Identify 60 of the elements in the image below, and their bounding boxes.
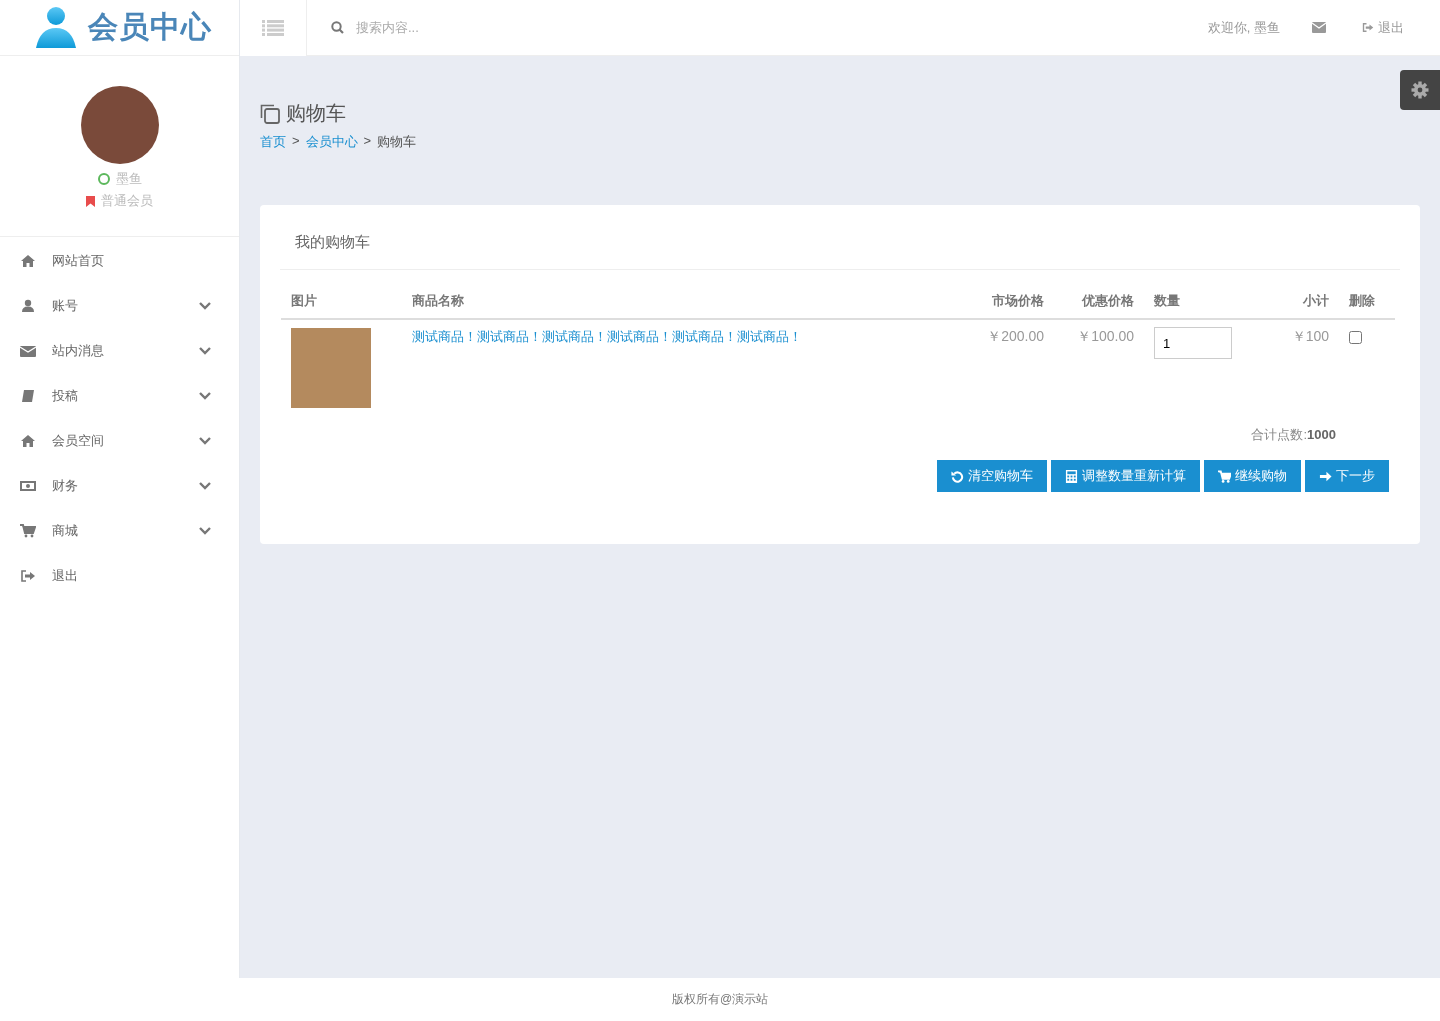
table-cell: ￥200.00 xyxy=(964,319,1054,416)
breadcrumb-separator: > xyxy=(363,133,372,150)
sign-out-icon xyxy=(1362,22,1374,33)
column-header: 优惠价格 xyxy=(1054,288,1144,319)
cart-icon xyxy=(20,523,36,538)
user-name: 墨鱼 xyxy=(115,170,142,188)
breadcrumb-current: 购物车 xyxy=(377,133,417,151)
undo-icon xyxy=(951,469,964,483)
breadcrumb-link[interactable]: 首页 xyxy=(260,133,286,151)
welcome-text: 欢迎你, 墨鱼 xyxy=(1207,18,1280,37)
column-header: 数量 xyxy=(1144,288,1264,319)
sign-out-icon xyxy=(20,568,36,583)
sidebar-item[interactable]: 商城 xyxy=(0,508,239,553)
column-header: 删除 xyxy=(1339,288,1395,319)
clear-cart-button[interactable]: 清空购物车 xyxy=(937,460,1047,492)
column-header: 商品名称 xyxy=(402,288,964,319)
column-header: 市场价格 xyxy=(964,288,1054,319)
settings-icon xyxy=(1411,81,1429,99)
search-icon xyxy=(331,21,344,34)
next-step-button[interactable]: 下一步 xyxy=(1305,460,1389,492)
breadcrumb-link[interactable]: 会员中心 xyxy=(305,133,358,151)
settings-button[interactable] xyxy=(1400,70,1440,110)
menu-toggle-button[interactable] xyxy=(240,0,307,56)
sidebar-item[interactable]: 投稿 xyxy=(0,373,239,418)
delete-checkbox[interactable] xyxy=(1349,331,1362,344)
quantity-input[interactable]: 1 xyxy=(1154,327,1232,359)
cart-icon xyxy=(1218,469,1231,483)
list-icon xyxy=(262,19,284,36)
sidebar-item[interactable]: 站内消息 xyxy=(0,328,239,373)
product-link[interactable]: 测试商品！测试商品！测试商品！测试商品！测试商品！测试商品！ xyxy=(412,329,802,344)
member-level: 普通会员 xyxy=(101,192,153,210)
column-header: 小计 xyxy=(1264,288,1339,319)
bookmark-icon xyxy=(86,195,95,207)
copy-icon xyxy=(260,103,280,124)
book-icon xyxy=(20,388,36,403)
user-icon xyxy=(20,298,36,313)
sidebar-item[interactable]: 网站首页 xyxy=(0,238,239,283)
user-icon xyxy=(34,5,78,50)
page-title: 购物车 xyxy=(286,101,346,126)
envelope-icon xyxy=(20,343,36,358)
continue-shopping-button[interactable]: 继续购物 xyxy=(1204,460,1301,492)
banknote-icon xyxy=(20,478,36,493)
calculator-icon xyxy=(1065,469,1078,483)
logo-text: 会员中心 xyxy=(88,9,212,45)
total-points: 合计点数:1000 xyxy=(1250,426,1337,444)
envelope-icon xyxy=(1312,22,1326,33)
table-cell: ￥100 xyxy=(1264,319,1339,416)
card-title: 我的购物车 xyxy=(280,233,1400,270)
table-cell: ￥100.00 xyxy=(1054,319,1144,416)
sidebar-item[interactable]: 会员空间 xyxy=(0,418,239,463)
arrow-right-icon xyxy=(1319,469,1332,483)
home-icon xyxy=(20,253,36,268)
sidebar-item[interactable]: 退出 xyxy=(0,553,239,598)
sidebar-item[interactable]: 账号 xyxy=(0,283,239,328)
home-icon xyxy=(20,433,36,448)
column-header: 图片 xyxy=(281,288,402,319)
messages-link[interactable] xyxy=(1312,22,1326,33)
sidebar-item[interactable]: 财务 xyxy=(0,463,239,508)
recalculate-button[interactable]: 调整数量重新计算 xyxy=(1051,460,1200,492)
breadcrumb-separator: > xyxy=(292,133,300,150)
